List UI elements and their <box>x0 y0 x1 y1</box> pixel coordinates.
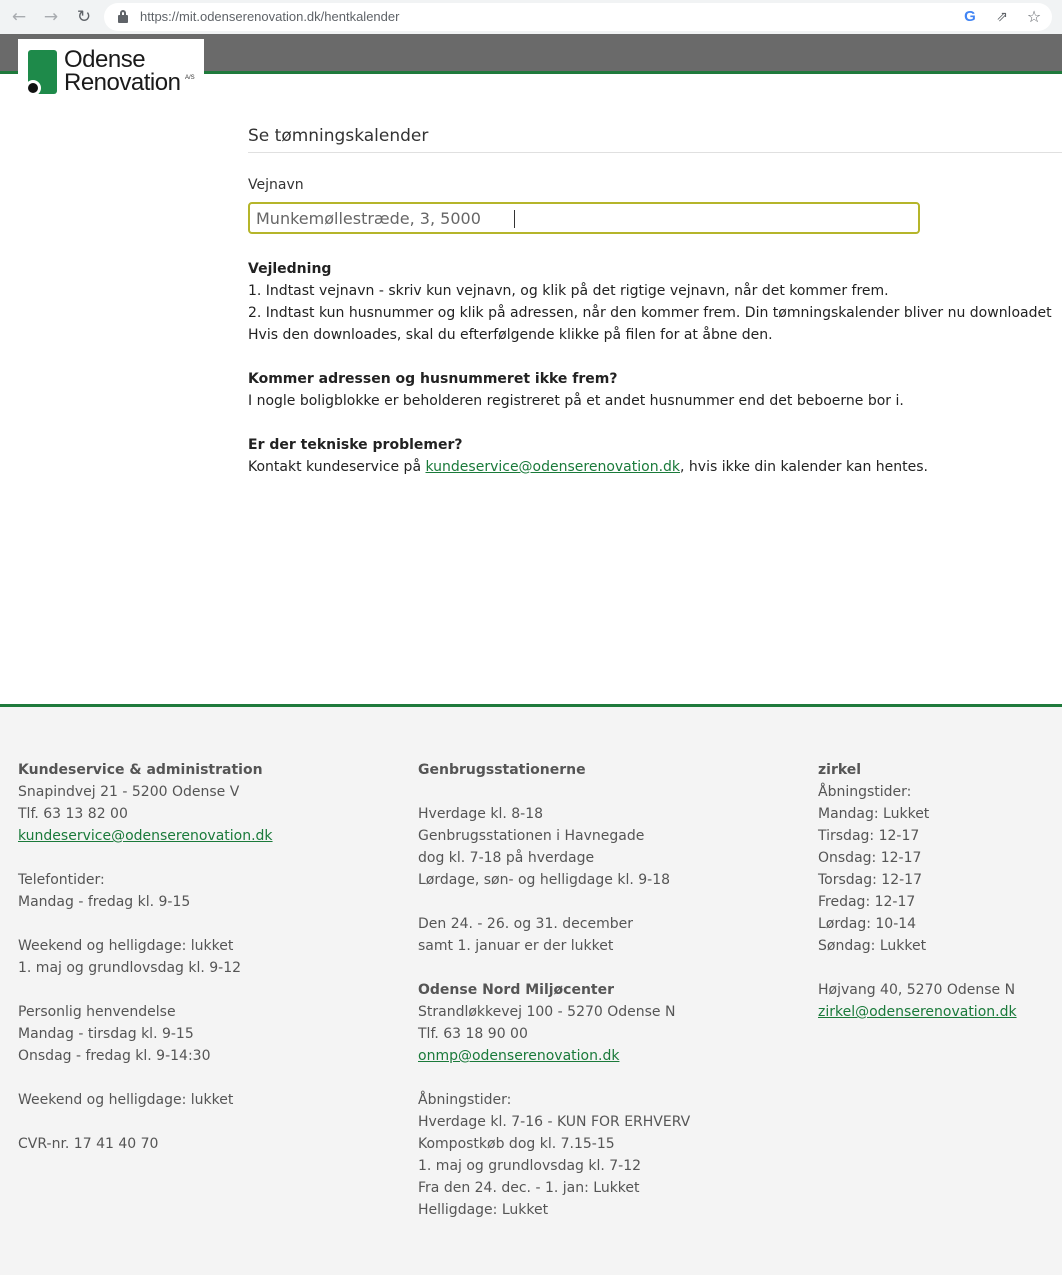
guide-line-3: Hvis den downloades, skal du efterfølgen… <box>248 327 773 343</box>
footer-col-genbrug: Genbrugsstationerne Hverdage kl. 8-18 Ge… <box>418 759 690 1221</box>
footer-text: Den 24. - 26. og 31. december <box>418 916 633 932</box>
footer-text: Weekend og helligdage: lukket <box>18 1092 234 1108</box>
footer-text: Weekend og helligdage: lukket <box>18 938 234 954</box>
footer-text: CVR-nr. 17 41 40 70 <box>18 1136 159 1152</box>
footer-text: Onsdag - fredag kl. 9-14:30 <box>18 1048 211 1064</box>
text-caret <box>514 210 515 228</box>
footer-text: Telefontider: <box>18 872 105 888</box>
site-logo[interactable]: Odense Renovation A/S <box>18 39 204 103</box>
footer-text: Hverdage kl. 7-16 - KUN FOR ERHVERV <box>418 1114 691 1130</box>
logo-mark-icon <box>25 50 57 96</box>
address-heading: Kommer adressen og husnummeret ikke frem… <box>248 371 618 387</box>
footer-day: Mandag: Lukket <box>818 806 930 822</box>
footer-text: Snapindvej 21 - 5200 Odense V <box>18 784 240 800</box>
guide-section: Vejledning 1. Indtast vejnavn - skriv ku… <box>248 258 1052 346</box>
footer-day: Torsdag: 12-17 <box>818 872 922 888</box>
kundeservice-email-link[interactable]: kundeservice@odenserenovation.dk <box>425 459 680 475</box>
footer-kundeservice-email-link[interactable]: kundeservice@odenserenovation.dk <box>18 828 273 844</box>
footer-day: Lørdag: 10-14 <box>818 916 917 932</box>
footer-col-zirkel: zirkel Åbningstider: Mandag: Lukket Tirs… <box>818 759 1017 1023</box>
footer-zirkel-email-link[interactable]: zirkel@odenserenovation.dk <box>818 1004 1017 1020</box>
share-icon[interactable]: ⇗ <box>992 7 1012 27</box>
footer-heading: zirkel <box>818 762 862 778</box>
footer-text: Åbningstider: <box>418 1092 512 1108</box>
back-arrow-icon[interactable]: ← <box>8 6 30 28</box>
footer: Kundeservice & administration Snapindvej… <box>0 704 1062 1275</box>
tech-suffix: , hvis ikke din kalender kan hentes. <box>680 459 928 475</box>
logo-line-2: Renovation <box>64 69 181 96</box>
footer-day: Tirsdag: 12-17 <box>818 828 920 844</box>
footer-text: 1. maj og grundlovsdag kl. 7-12 <box>418 1158 642 1174</box>
footer-text: Kompostkøb dog kl. 7.15-15 <box>418 1136 615 1152</box>
guide-line-1: 1. Indtast vejnavn - skriv kun vejnavn, … <box>248 283 889 299</box>
bookmark-star-icon[interactable]: ☆ <box>1024 7 1044 27</box>
footer-heading: Kundeservice & administration <box>18 762 263 778</box>
footer-text: Lørdage, søn- og helligdage kl. 9-18 <box>418 872 671 888</box>
footer-text: Mandag - tirsdag kl. 9-15 <box>18 1026 194 1042</box>
footer-heading: Genbrugsstationerne <box>418 762 586 778</box>
footer-text: Mandag - fredag kl. 9-15 <box>18 894 191 910</box>
footer-text: dog kl. 7-18 på hverdage <box>418 850 595 866</box>
footer-day: Fredag: 12-17 <box>818 894 916 910</box>
footer-day: Søndag: Lukket <box>818 938 927 954</box>
footer-text: Personlig henvendelse <box>18 1004 176 1020</box>
logo-suffix: A/S <box>185 75 195 81</box>
footer-col-kundeservice: Kundeservice & administration Snapindvej… <box>18 759 273 1155</box>
guide-line-2: 2. Indtast kun husnummer og klik på adre… <box>248 305 1052 321</box>
street-search-input[interactable] <box>248 202 920 234</box>
address-help-section: Kommer adressen og husnummeret ikke frem… <box>248 368 904 412</box>
footer-text: Genbrugsstationen i Havnegade <box>418 828 645 844</box>
footer-text: Strandløkkevej 100 - 5270 Odense N <box>418 1004 676 1020</box>
footer-text: Åbningstider: <box>818 784 912 800</box>
street-label: Vejnavn <box>248 177 304 193</box>
forward-arrow-icon[interactable]: → <box>40 6 62 28</box>
footer-text: 1. maj og grundlovsdag kl. 9-12 <box>18 960 242 976</box>
tech-help-section: Er der tekniske problemer? Kontakt kunde… <box>248 434 928 478</box>
lock-icon <box>118 10 128 23</box>
google-icon[interactable]: G <box>960 7 980 27</box>
footer-text: Hverdage kl. 8-18 <box>418 806 544 822</box>
footer-onmp-email-link[interactable]: onmp@odenserenovation.dk <box>418 1048 619 1064</box>
footer-text: Tlf. 63 18 90 00 <box>418 1026 528 1042</box>
browser-toolbar: ← → ↻ https://mit.odenserenovation.dk/he… <box>0 0 1062 34</box>
footer-text: samt 1. januar er der lukket <box>418 938 614 954</box>
address-bar[interactable]: https://mit.odenserenovation.dk/hentkale… <box>104 3 1052 31</box>
logo-wordmark: Odense Renovation <box>64 46 181 96</box>
address-text: I nogle boligblokke er beholderen regist… <box>248 393 904 409</box>
footer-day: Onsdag: 12-17 <box>818 850 922 866</box>
page-title: Se tømningskalender <box>248 126 429 146</box>
tech-prefix: Kontakt kundeservice på <box>248 459 426 475</box>
logo-line-1: Odense <box>64 46 146 73</box>
guide-heading: Vejledning <box>248 261 332 277</box>
footer-text: Fra den 24. dec. - 1. jan: Lukket <box>418 1180 640 1196</box>
footer-text: Højvang 40, 5270 Odense N <box>818 982 1016 998</box>
footer-text: Helligdage: Lukket <box>418 1202 549 1218</box>
url-text[interactable]: https://mit.odenserenovation.dk/hentkale… <box>140 9 399 24</box>
footer-heading: Odense Nord Miljøcenter <box>418 982 615 998</box>
reload-icon[interactable]: ↻ <box>73 6 95 28</box>
tech-heading: Er der tekniske problemer? <box>248 437 463 453</box>
footer-text: Tlf. 63 13 82 00 <box>18 806 128 822</box>
title-divider <box>248 152 1062 153</box>
